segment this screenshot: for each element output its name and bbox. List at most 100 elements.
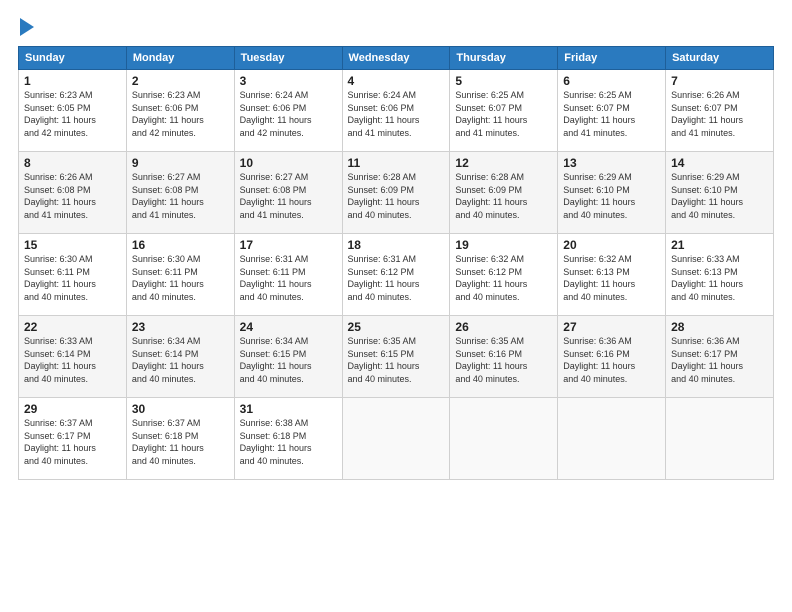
- day-number: 8: [24, 156, 121, 170]
- day-number: 23: [132, 320, 229, 334]
- day-info: Sunrise: 6:25 AM Sunset: 6:07 PM Dayligh…: [563, 89, 660, 139]
- day-number: 6: [563, 74, 660, 88]
- calendar-row-5: 29Sunrise: 6:37 AM Sunset: 6:17 PM Dayli…: [19, 398, 774, 480]
- page: SundayMondayTuesdayWednesdayThursdayFrid…: [0, 0, 792, 612]
- calendar-cell: 23Sunrise: 6:34 AM Sunset: 6:14 PM Dayli…: [126, 316, 234, 398]
- calendar-row-1: 1Sunrise: 6:23 AM Sunset: 6:05 PM Daylig…: [19, 70, 774, 152]
- day-info: Sunrise: 6:33 AM Sunset: 6:13 PM Dayligh…: [671, 253, 768, 303]
- day-info: Sunrise: 6:26 AM Sunset: 6:07 PM Dayligh…: [671, 89, 768, 139]
- day-number: 28: [671, 320, 768, 334]
- calendar-cell: 24Sunrise: 6:34 AM Sunset: 6:15 PM Dayli…: [234, 316, 342, 398]
- day-number: 9: [132, 156, 229, 170]
- calendar-cell: 21Sunrise: 6:33 AM Sunset: 6:13 PM Dayli…: [666, 234, 774, 316]
- day-info: Sunrise: 6:35 AM Sunset: 6:15 PM Dayligh…: [348, 335, 445, 385]
- day-info: Sunrise: 6:32 AM Sunset: 6:12 PM Dayligh…: [455, 253, 552, 303]
- day-number: 7: [671, 74, 768, 88]
- day-info: Sunrise: 6:24 AM Sunset: 6:06 PM Dayligh…: [348, 89, 445, 139]
- day-info: Sunrise: 6:31 AM Sunset: 6:12 PM Dayligh…: [348, 253, 445, 303]
- calendar-cell: 8Sunrise: 6:26 AM Sunset: 6:08 PM Daylig…: [19, 152, 127, 234]
- calendar-cell: 1Sunrise: 6:23 AM Sunset: 6:05 PM Daylig…: [19, 70, 127, 152]
- day-number: 11: [348, 156, 445, 170]
- day-info: Sunrise: 6:34 AM Sunset: 6:15 PM Dayligh…: [240, 335, 337, 385]
- day-info: Sunrise: 6:38 AM Sunset: 6:18 PM Dayligh…: [240, 417, 337, 467]
- day-number: 29: [24, 402, 121, 416]
- calendar-cell: [666, 398, 774, 480]
- day-number: 4: [348, 74, 445, 88]
- logo: [18, 18, 34, 36]
- calendar-cell: 29Sunrise: 6:37 AM Sunset: 6:17 PM Dayli…: [19, 398, 127, 480]
- calendar-cell: 20Sunrise: 6:32 AM Sunset: 6:13 PM Dayli…: [558, 234, 666, 316]
- calendar-cell: 22Sunrise: 6:33 AM Sunset: 6:14 PM Dayli…: [19, 316, 127, 398]
- day-number: 5: [455, 74, 552, 88]
- calendar-row-3: 15Sunrise: 6:30 AM Sunset: 6:11 PM Dayli…: [19, 234, 774, 316]
- day-number: 12: [455, 156, 552, 170]
- calendar-cell: 6Sunrise: 6:25 AM Sunset: 6:07 PM Daylig…: [558, 70, 666, 152]
- header: [18, 18, 774, 36]
- day-number: 19: [455, 238, 552, 252]
- day-number: 3: [240, 74, 337, 88]
- day-info: Sunrise: 6:32 AM Sunset: 6:13 PM Dayligh…: [563, 253, 660, 303]
- calendar-cell: 12Sunrise: 6:28 AM Sunset: 6:09 PM Dayli…: [450, 152, 558, 234]
- day-info: Sunrise: 6:23 AM Sunset: 6:05 PM Dayligh…: [24, 89, 121, 139]
- calendar-cell: 28Sunrise: 6:36 AM Sunset: 6:17 PM Dayli…: [666, 316, 774, 398]
- day-number: 16: [132, 238, 229, 252]
- day-info: Sunrise: 6:30 AM Sunset: 6:11 PM Dayligh…: [132, 253, 229, 303]
- day-number: 22: [24, 320, 121, 334]
- day-info: Sunrise: 6:29 AM Sunset: 6:10 PM Dayligh…: [563, 171, 660, 221]
- calendar-cell: 19Sunrise: 6:32 AM Sunset: 6:12 PM Dayli…: [450, 234, 558, 316]
- calendar-table: SundayMondayTuesdayWednesdayThursdayFrid…: [18, 46, 774, 480]
- calendar-cell: 31Sunrise: 6:38 AM Sunset: 6:18 PM Dayli…: [234, 398, 342, 480]
- day-info: Sunrise: 6:35 AM Sunset: 6:16 PM Dayligh…: [455, 335, 552, 385]
- calendar-cell: 2Sunrise: 6:23 AM Sunset: 6:06 PM Daylig…: [126, 70, 234, 152]
- day-number: 24: [240, 320, 337, 334]
- day-number: 1: [24, 74, 121, 88]
- day-header-thursday: Thursday: [450, 47, 558, 70]
- day-number: 25: [348, 320, 445, 334]
- day-info: Sunrise: 6:37 AM Sunset: 6:17 PM Dayligh…: [24, 417, 121, 467]
- calendar-cell: 14Sunrise: 6:29 AM Sunset: 6:10 PM Dayli…: [666, 152, 774, 234]
- day-info: Sunrise: 6:28 AM Sunset: 6:09 PM Dayligh…: [455, 171, 552, 221]
- logo-arrow-icon: [20, 18, 34, 36]
- day-info: Sunrise: 6:29 AM Sunset: 6:10 PM Dayligh…: [671, 171, 768, 221]
- day-info: Sunrise: 6:37 AM Sunset: 6:18 PM Dayligh…: [132, 417, 229, 467]
- calendar-cell: 11Sunrise: 6:28 AM Sunset: 6:09 PM Dayli…: [342, 152, 450, 234]
- day-header-friday: Friday: [558, 47, 666, 70]
- calendar-cell: 5Sunrise: 6:25 AM Sunset: 6:07 PM Daylig…: [450, 70, 558, 152]
- calendar-row-2: 8Sunrise: 6:26 AM Sunset: 6:08 PM Daylig…: [19, 152, 774, 234]
- calendar-cell: [450, 398, 558, 480]
- day-number: 10: [240, 156, 337, 170]
- calendar-cell: 18Sunrise: 6:31 AM Sunset: 6:12 PM Dayli…: [342, 234, 450, 316]
- calendar-cell: 16Sunrise: 6:30 AM Sunset: 6:11 PM Dayli…: [126, 234, 234, 316]
- day-info: Sunrise: 6:33 AM Sunset: 6:14 PM Dayligh…: [24, 335, 121, 385]
- day-number: 17: [240, 238, 337, 252]
- calendar-cell: [342, 398, 450, 480]
- calendar-cell: 17Sunrise: 6:31 AM Sunset: 6:11 PM Dayli…: [234, 234, 342, 316]
- day-info: Sunrise: 6:25 AM Sunset: 6:07 PM Dayligh…: [455, 89, 552, 139]
- day-header-wednesday: Wednesday: [342, 47, 450, 70]
- day-header-sunday: Sunday: [19, 47, 127, 70]
- calendar-cell: 26Sunrise: 6:35 AM Sunset: 6:16 PM Dayli…: [450, 316, 558, 398]
- calendar-cell: 9Sunrise: 6:27 AM Sunset: 6:08 PM Daylig…: [126, 152, 234, 234]
- day-info: Sunrise: 6:36 AM Sunset: 6:17 PM Dayligh…: [671, 335, 768, 385]
- day-number: 27: [563, 320, 660, 334]
- day-number: 20: [563, 238, 660, 252]
- day-info: Sunrise: 6:27 AM Sunset: 6:08 PM Dayligh…: [240, 171, 337, 221]
- calendar-cell: 10Sunrise: 6:27 AM Sunset: 6:08 PM Dayli…: [234, 152, 342, 234]
- day-number: 15: [24, 238, 121, 252]
- day-number: 26: [455, 320, 552, 334]
- day-header-tuesday: Tuesday: [234, 47, 342, 70]
- day-number: 21: [671, 238, 768, 252]
- calendar-cell: 4Sunrise: 6:24 AM Sunset: 6:06 PM Daylig…: [342, 70, 450, 152]
- day-header-saturday: Saturday: [666, 47, 774, 70]
- day-info: Sunrise: 6:30 AM Sunset: 6:11 PM Dayligh…: [24, 253, 121, 303]
- day-number: 18: [348, 238, 445, 252]
- day-info: Sunrise: 6:36 AM Sunset: 6:16 PM Dayligh…: [563, 335, 660, 385]
- calendar-header-row: SundayMondayTuesdayWednesdayThursdayFrid…: [19, 47, 774, 70]
- day-info: Sunrise: 6:31 AM Sunset: 6:11 PM Dayligh…: [240, 253, 337, 303]
- day-number: 31: [240, 402, 337, 416]
- day-info: Sunrise: 6:28 AM Sunset: 6:09 PM Dayligh…: [348, 171, 445, 221]
- day-info: Sunrise: 6:26 AM Sunset: 6:08 PM Dayligh…: [24, 171, 121, 221]
- calendar-cell: [558, 398, 666, 480]
- day-info: Sunrise: 6:34 AM Sunset: 6:14 PM Dayligh…: [132, 335, 229, 385]
- day-info: Sunrise: 6:23 AM Sunset: 6:06 PM Dayligh…: [132, 89, 229, 139]
